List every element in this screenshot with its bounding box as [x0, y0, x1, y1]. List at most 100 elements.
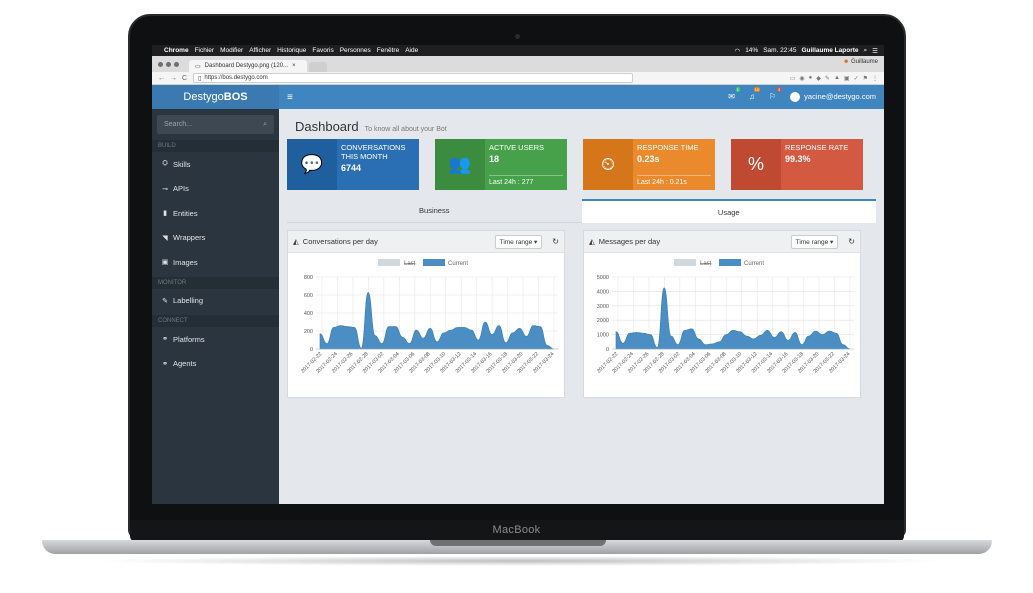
sidebar-item-label: Agents: [173, 359, 197, 369]
battery-level[interactable]: 14%: [745, 47, 758, 55]
refresh-icon[interactable]: ↻: [552, 237, 559, 246]
conversations-chart: Last Current02004006008002017-02-222017-0…: [300, 259, 558, 375]
page-icon: ▭: [195, 63, 201, 70]
search-input[interactable]: Search...: [164, 121, 192, 128]
menu-modifier[interactable]: Modifier: [220, 47, 243, 54]
menu-aide[interactable]: Aide: [405, 47, 418, 54]
flag-icon[interactable]: ⚐ 3: [769, 87, 782, 101]
profile-icon: ☻: [842, 59, 850, 65]
back-icon[interactable]: ←: [158, 75, 165, 82]
sidebar-item-apis[interactable]: ⊸ APIs: [152, 177, 279, 202]
page-header: Dashboard To know all about your Bot: [295, 119, 876, 134]
menu-chrome[interactable]: Chrome: [164, 47, 189, 54]
cast-icon[interactable]: ▭: [790, 75, 796, 82]
time-range-dropdown[interactable]: Time range ▾: [790, 234, 839, 249]
percent-icon: %: [731, 139, 781, 190]
stat-label: Active users: [489, 143, 545, 152]
extension-icon[interactable]: ◆: [816, 75, 821, 82]
mac-menubar: Chrome Fichier Modifier Afficher Histori…: [152, 45, 884, 56]
clock-icon: ⏲: [583, 139, 633, 190]
extension-icon[interactable]: ⚑: [863, 75, 868, 82]
section-build: BUILD: [152, 140, 279, 152]
forward-icon[interactable]: →: [170, 75, 177, 82]
stat-sub: Last 24h : 277: [489, 175, 563, 186]
user-menu[interactable]: yacine@destygo.com: [790, 92, 876, 102]
menu-afficher[interactable]: Afficher: [249, 47, 271, 54]
link-icon: ⚭: [162, 336, 168, 344]
menu-toggle-icon[interactable]: ≡: [287, 92, 293, 103]
stat-cards: 💬 Conversations this month 6744 👥 Active …: [287, 139, 876, 190]
pencil-icon: ✎: [162, 297, 168, 305]
spotlight-icon[interactable]: ⌕: [864, 47, 868, 55]
y-tick-label: 5000: [597, 275, 609, 281]
stat-value: 18: [489, 154, 500, 164]
wifi-icon[interactable]: ◠: [735, 47, 741, 55]
url-text: https://bos.destygo.com: [204, 75, 268, 81]
y-tick-label: 0: [606, 347, 609, 353]
clock[interactable]: Sam. 22:45: [763, 47, 796, 55]
laptop-mockup: MacBook Chrome Fichier Modifier Afficher…: [0, 0, 1033, 593]
extension-icon[interactable]: ▣: [844, 75, 850, 82]
y-tick-label: 4000: [597, 289, 609, 295]
extension-icon[interactable]: ◉: [799, 75, 804, 82]
menu-fenetre[interactable]: Fenêtre: [377, 47, 399, 54]
y-tick-label: 600: [304, 293, 313, 299]
tab-usage[interactable]: Usage: [581, 199, 876, 223]
area-chart-icon: ◭: [589, 237, 595, 246]
messages-badge: 1: [735, 87, 740, 93]
more-icon[interactable]: ⋮: [872, 75, 878, 82]
tab-business[interactable]: Business: [287, 199, 582, 223]
sidebar-item-labelling[interactable]: ✎ Labelling: [152, 289, 279, 314]
sidebar-item-platforms[interactable]: ⚭ Platforms: [152, 327, 279, 352]
stat-sub: Last 24h : 0.21s: [637, 175, 711, 186]
close-tab-icon[interactable]: ×: [292, 63, 296, 69]
browser-profile[interactable]: ☻ Guillaume: [843, 59, 878, 65]
chart-panel-conversations: ◭ Conversations per day Time range ▾ ↻ L…: [287, 230, 565, 398]
zoom-window-button[interactable]: [174, 61, 179, 67]
extension-icon[interactable]: ▲: [834, 75, 840, 82]
messages-icon[interactable]: ✉ 1: [728, 87, 740, 101]
window-controls: [158, 56, 179, 72]
y-tick-label: 3000: [597, 304, 609, 310]
legend-swatch-current: [719, 259, 741, 266]
y-tick-label: 800: [304, 275, 313, 281]
stat-card-conversations: 💬 Conversations this month 6744: [287, 139, 419, 190]
url-field[interactable]: ▯ https://bos.destygo.com: [193, 73, 634, 83]
menu-list-icon[interactable]: ☰: [872, 47, 878, 55]
menu-favoris[interactable]: Favoris: [312, 47, 333, 54]
sidebar-search[interactable]: Search... ⌕: [157, 115, 274, 134]
stat-label: Response time: [637, 143, 699, 152]
bell-icon[interactable]: ♫ 10: [749, 87, 760, 101]
extension-icon[interactable]: ✎: [825, 75, 830, 82]
time-range-dropdown[interactable]: Time range ▾: [494, 234, 543, 249]
sidebar-item-wrappers[interactable]: ◥ Wrappers: [152, 226, 279, 251]
reload-icon[interactable]: C: [182, 75, 187, 82]
minimize-window-button[interactable]: [166, 61, 171, 67]
y-tick-label: 400: [304, 311, 313, 317]
new-tab-button[interactable]: [309, 62, 327, 72]
menu-personnes[interactable]: Personnes: [340, 47, 371, 54]
sidebar-item-agents[interactable]: ⚭ Agents: [152, 352, 279, 377]
extension-icon[interactable]: ●: [809, 75, 813, 82]
nav-buttons: ← → C: [158, 75, 187, 82]
user-email: yacine@destygo.com: [804, 91, 876, 101]
stat-value: 6744: [341, 163, 362, 173]
extension-icon[interactable]: ✓: [854, 75, 859, 82]
sidebar-item-images[interactable]: ▣ Images: [152, 250, 279, 275]
menubar-user[interactable]: Guillaume Laporte: [801, 47, 858, 55]
legend-swatch-current: [423, 259, 445, 266]
legend-swatch-last: [674, 259, 696, 266]
search-icon[interactable]: ⌕: [263, 121, 267, 129]
refresh-icon[interactable]: ↻: [848, 237, 855, 246]
sidebar-item-entities[interactable]: ▮ Entities: [152, 201, 279, 226]
close-window-button[interactable]: [158, 61, 163, 67]
app-logo[interactable]: Destygo BOS: [152, 85, 279, 109]
legend-swatch-last: [378, 259, 400, 266]
menu-historique[interactable]: Historique: [277, 47, 306, 54]
browser-tab[interactable]: ▭ Dashboard Destygo.png (120... ×: [189, 60, 307, 72]
avatar: [790, 92, 801, 102]
panel-header: ◭ Messages per day Time range ▾ ↻: [584, 231, 860, 253]
link-icon: ⚭: [162, 360, 168, 368]
sidebar-item-skills[interactable]: ⛭ Skills: [152, 152, 279, 177]
menu-fichier[interactable]: Fichier: [195, 47, 215, 54]
